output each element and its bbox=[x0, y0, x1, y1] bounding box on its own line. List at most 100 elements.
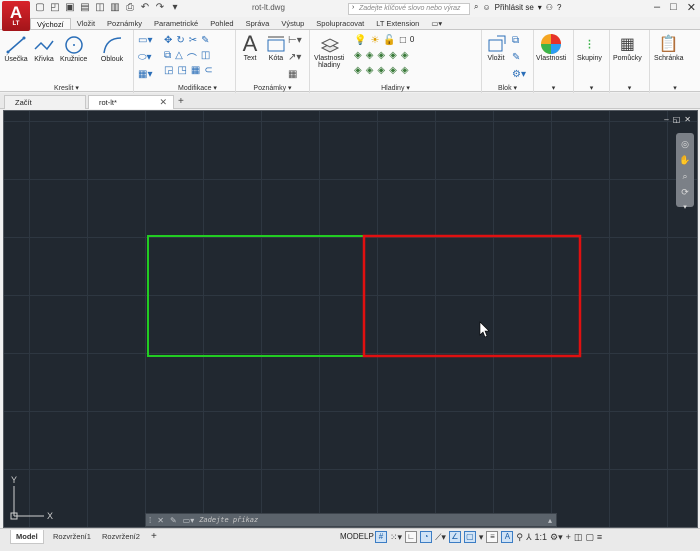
model-space-toggle[interactable]: MODELP bbox=[340, 532, 374, 541]
command-input[interactable]: Zadejte příkaz bbox=[199, 516, 258, 524]
command-history-icon[interactable]: ▴ bbox=[548, 516, 556, 525]
redo-icon[interactable]: ↷ bbox=[154, 2, 166, 14]
annotation-scale-icon[interactable]: ⅄ bbox=[526, 532, 532, 543]
leader-icon[interactable]: ⊢▾ bbox=[288, 35, 302, 46]
customization-icon[interactable]: ≡ bbox=[597, 532, 602, 542]
layer-tool-icon[interactable]: ◈ bbox=[354, 50, 362, 61]
layer-color-icon[interactable]: □ bbox=[400, 35, 406, 46]
insert-block-button[interactable]: Vložit bbox=[484, 33, 508, 62]
polyline-tool-button[interactable]: Křivka bbox=[32, 34, 56, 63]
sign-in-link[interactable]: Přihlásit se bbox=[495, 3, 534, 12]
layer-tool-icon[interactable]: ◈ bbox=[401, 50, 409, 61]
mirror-icon[interactable]: △ bbox=[175, 50, 183, 65]
layer-tool-icon[interactable]: ◈ bbox=[354, 65, 362, 76]
command-close-icon[interactable]: ✕ bbox=[154, 516, 167, 525]
move-icon[interactable]: ✥ bbox=[164, 35, 172, 46]
scale-icon[interactable]: ◳ bbox=[177, 65, 186, 76]
annotation-visibility-icon[interactable]: A bbox=[501, 531, 514, 543]
fillet-icon[interactable]: ⌒ bbox=[187, 50, 197, 65]
layer-properties-button[interactable]: Vlastnosti hladiny bbox=[314, 33, 344, 69]
rotate-icon[interactable]: ↻ bbox=[176, 35, 184, 46]
groups-dropdown-icon[interactable]: ▾ bbox=[574, 84, 609, 92]
app-menu-button[interactable]: A LT bbox=[2, 1, 30, 31]
layer-lock-icon[interactable]: 🔓 bbox=[383, 35, 395, 46]
workspace-gear-icon[interactable]: ⚙▾ bbox=[550, 532, 563, 543]
layout-tab-rozvrzeni2[interactable]: Rozvržení2 bbox=[97, 530, 145, 544]
ortho-icon[interactable]: ∟ bbox=[405, 531, 418, 543]
drawing-canvas[interactable]: – ◱ ✕ ◎ ✋ ⌕ ⟳ ▾ Y X bbox=[3, 110, 698, 528]
save-icon[interactable]: ▣ bbox=[64, 2, 76, 14]
layer-tool-icon[interactable]: ◈ bbox=[389, 50, 397, 61]
tab-close-icon[interactable]: ✕ bbox=[159, 96, 167, 109]
copy-icon[interactable]: ⧉ bbox=[164, 50, 171, 65]
undo-icon[interactable]: ↶ bbox=[139, 2, 151, 14]
autodesk-app-icon[interactable]: ⚇ bbox=[546, 3, 553, 12]
sign-in-dropdown-icon[interactable]: ▾ bbox=[538, 3, 542, 12]
offset-icon[interactable]: ⊂ bbox=[204, 65, 212, 76]
plot-icon[interactable]: ▥ bbox=[109, 2, 121, 14]
web-mobile-icon[interactable]: ◫ bbox=[94, 2, 106, 14]
groups-button[interactable]: ⁝ Skupiny bbox=[577, 33, 602, 63]
command-customize-icon[interactable]: ✎ bbox=[167, 516, 180, 525]
properties-dropdown-icon[interactable]: ▾ bbox=[534, 84, 573, 92]
attribute-icon[interactable]: ⚙▾ bbox=[512, 69, 526, 80]
minimize-icon[interactable]: – bbox=[654, 1, 660, 14]
open-file-icon[interactable]: ◰ bbox=[49, 2, 61, 14]
annotation-scale-value[interactable]: 1:1 bbox=[535, 532, 548, 542]
new-file-icon[interactable]: ▢ bbox=[34, 2, 46, 14]
layout-tab-model[interactable]: Model bbox=[10, 530, 44, 544]
layer-tool-icon[interactable]: ◈ bbox=[389, 65, 397, 76]
explode-icon[interactable]: ◫ bbox=[201, 50, 210, 65]
clipboard-dropdown-icon[interactable]: ▾ bbox=[650, 84, 700, 92]
layer-tool-icon[interactable]: ◈ bbox=[366, 50, 374, 61]
layout-tab-rozvrzeni1[interactable]: Rozvržení1 bbox=[48, 530, 96, 544]
table-icon[interactable]: ▦ bbox=[288, 69, 302, 80]
utilities-button[interactable]: ▦ Pomůcky bbox=[613, 33, 642, 62]
osnap-icon[interactable]: ▢ bbox=[463, 531, 476, 543]
rectangle-icon[interactable]: ▭▾ bbox=[138, 35, 152, 46]
maximize-icon[interactable]: □ bbox=[670, 1, 677, 14]
add-icon[interactable]: + bbox=[566, 532, 571, 542]
command-recent-icon[interactable]: ▭▾ bbox=[180, 516, 198, 525]
polar-icon[interactable]: ◔ bbox=[420, 531, 433, 543]
save-as-icon[interactable]: ▤ bbox=[79, 2, 91, 14]
user-icon[interactable]: ☺ bbox=[482, 3, 490, 12]
close-icon[interactable]: ✕ bbox=[687, 1, 696, 14]
new-tab-icon[interactable]: + bbox=[178, 96, 184, 107]
tab-start[interactable]: Začít bbox=[4, 95, 86, 109]
red-rectangle[interactable] bbox=[362, 234, 582, 358]
clipboard-button[interactable]: 📋 Schránka bbox=[654, 33, 684, 62]
qat-dropdown-icon[interactable]: ▾ bbox=[169, 2, 181, 14]
arc-tool-button[interactable]: Oblouk bbox=[100, 34, 124, 63]
layer-tool-icon[interactable]: ◈ bbox=[377, 50, 385, 61]
properties-button[interactable]: Vlastnosti bbox=[536, 33, 566, 62]
search-input[interactable]: Zadejte klíčové slovo nebo výraz bbox=[348, 3, 470, 15]
hardware-acceleration-icon[interactable]: ◫ bbox=[574, 532, 583, 543]
hatch-icon[interactable]: ⬭▾ bbox=[138, 52, 152, 63]
erase-icon[interactable]: ✎ bbox=[201, 35, 209, 46]
line-tool-button[interactable]: Úsečka bbox=[4, 34, 28, 63]
lineweight-icon[interactable]: ≡ bbox=[486, 531, 499, 543]
add-layout-icon[interactable]: + bbox=[146, 530, 162, 544]
create-block-icon[interactable]: ⧉ bbox=[512, 35, 526, 46]
layer-on-icon[interactable]: 💡 bbox=[354, 35, 366, 46]
layer-freeze-icon[interactable]: ☀ bbox=[370, 35, 379, 46]
dimension-tool-button[interactable]: Kóta bbox=[264, 33, 288, 62]
multileader-icon[interactable]: ↗▾ bbox=[288, 52, 302, 63]
circle-tool-button[interactable]: Kružnice bbox=[60, 34, 87, 63]
layer-tool-icon[interactable]: ◈ bbox=[401, 65, 409, 76]
osnap-tracking-icon[interactable]: ∠ bbox=[448, 531, 461, 543]
command-grip-icon[interactable]: ⁞ bbox=[146, 516, 154, 525]
clean-screen-icon[interactable]: ▢ bbox=[585, 532, 594, 543]
isodraft-icon[interactable]: ⟋▾ bbox=[435, 532, 446, 543]
layer-name-value[interactable]: 0 bbox=[410, 35, 414, 46]
green-rectangle[interactable] bbox=[147, 235, 365, 357]
grid-icon[interactable]: # bbox=[375, 531, 387, 543]
help-icon[interactable]: ? bbox=[557, 3, 561, 12]
tab-drawing[interactable]: rot-lt* ✕ bbox=[88, 95, 174, 109]
text-tool-button[interactable]: A Text bbox=[238, 31, 262, 62]
stretch-icon[interactable]: ◲ bbox=[164, 65, 173, 76]
layer-tool-icon[interactable]: ◈ bbox=[377, 65, 385, 76]
utilities-dropdown-icon[interactable]: ▾ bbox=[610, 84, 649, 92]
array-icon[interactable]: ▦▾ bbox=[138, 69, 152, 80]
